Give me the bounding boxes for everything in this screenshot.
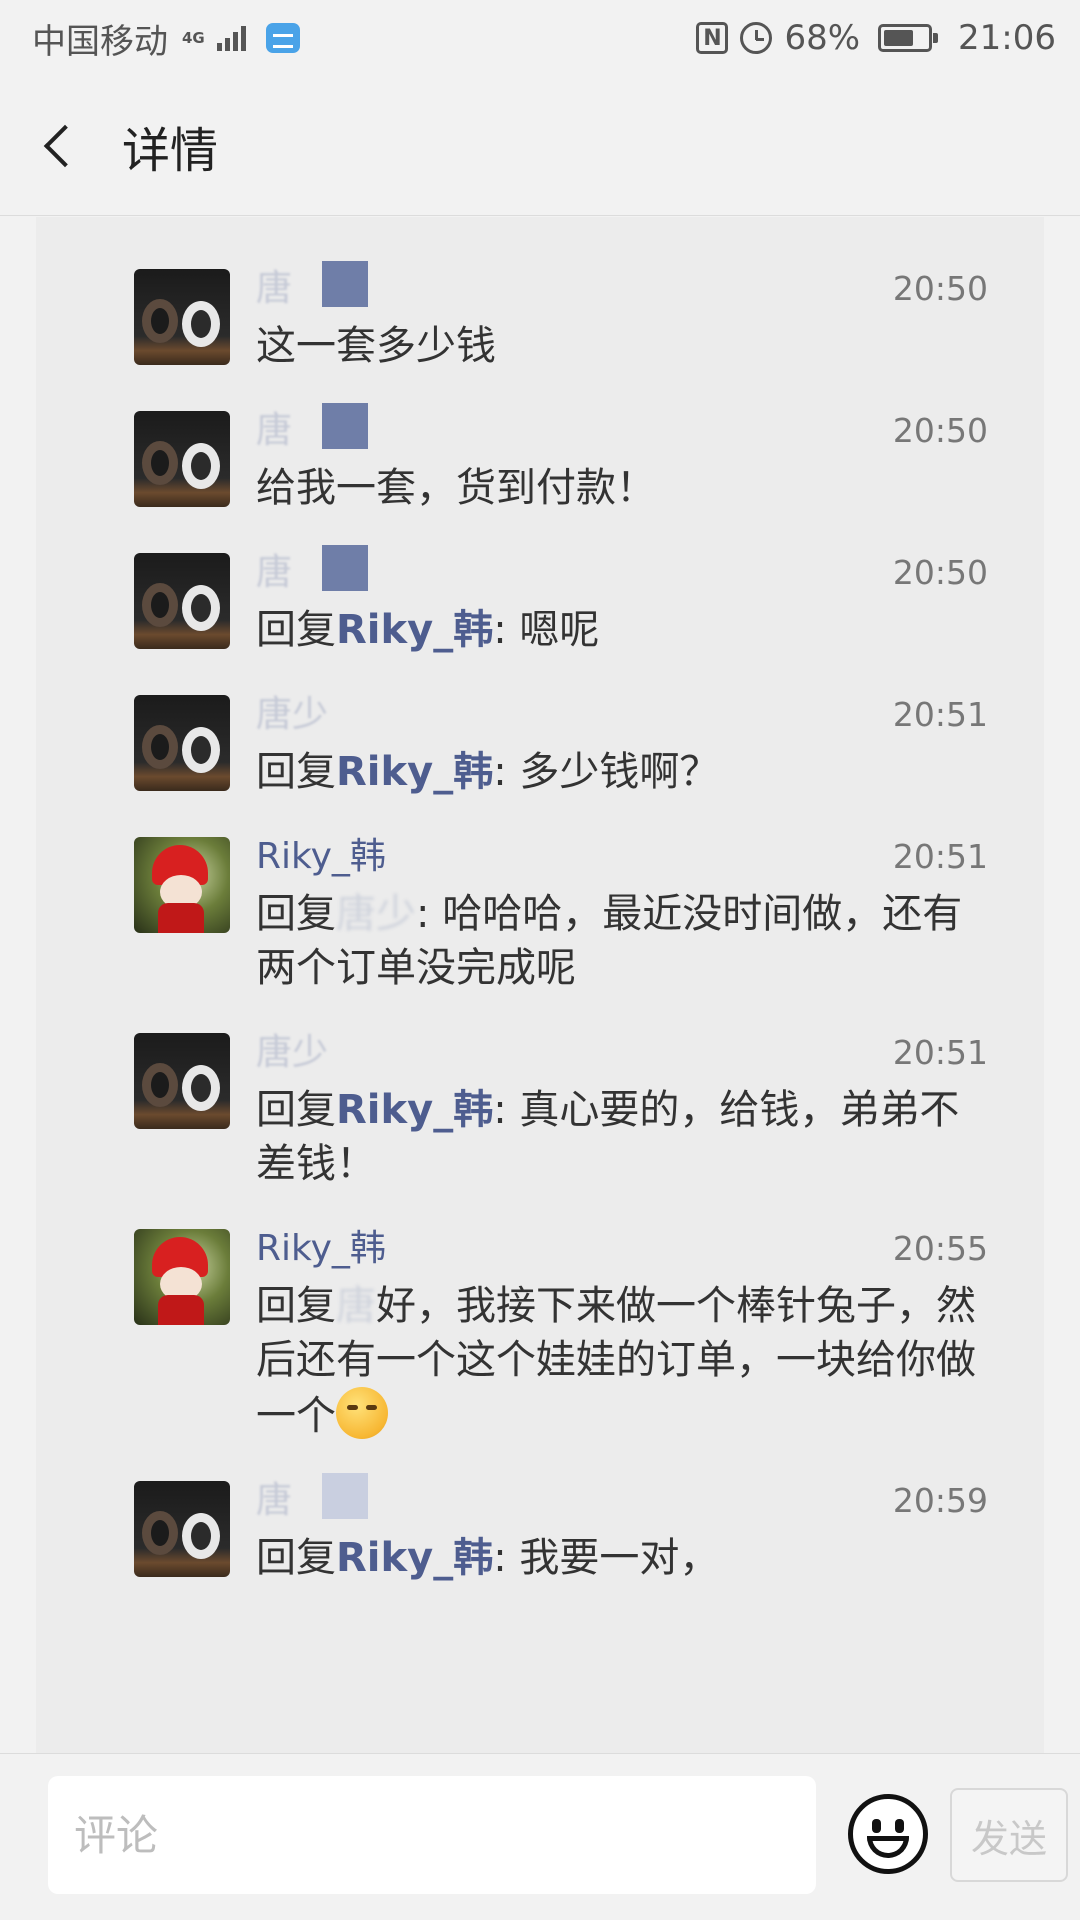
username[interactable]: 唐 xyxy=(256,269,292,309)
redaction-box xyxy=(322,261,369,307)
send-button[interactable]: 发送 xyxy=(950,1788,1068,1882)
username[interactable]: Riky_韩 xyxy=(256,837,386,877)
clock: 21:06 xyxy=(958,18,1056,58)
reply-target-link[interactable]: 唐少 xyxy=(336,891,416,937)
redaction-box xyxy=(322,403,369,449)
comment-time: 20:51 xyxy=(892,1033,988,1072)
comment-text[interactable]: 给我一套，货到付款！ xyxy=(256,461,988,515)
network-type-icon: 4G xyxy=(182,28,205,47)
signal-icon xyxy=(216,25,246,51)
comment-time: 20:55 xyxy=(892,1229,988,1268)
comment-time: 20:59 xyxy=(892,1481,988,1520)
emoji-button[interactable] xyxy=(848,1794,928,1874)
comment-item: 唐 20:59 回复Riky_韩: 我要一对， xyxy=(36,1443,1044,1585)
avatar[interactable] xyxy=(134,1481,230,1577)
back-arrow-icon xyxy=(43,124,87,167)
username[interactable]: 唐少 xyxy=(256,1033,328,1073)
redaction-box xyxy=(322,545,369,591)
avatar[interactable] xyxy=(134,269,230,365)
comment-text[interactable]: 回复唐少: 哈哈哈，最近没时间做，还有两个订单没完成呢 xyxy=(256,887,988,995)
comment-item: 唐少 20:51 回复Riky_韩: 多少钱啊？ xyxy=(36,657,1044,799)
comment-item: Riky_韩 20:51 回复唐少: 哈哈哈，最近没时间做，还有两个订单没完成呢 xyxy=(36,799,1044,995)
alarm-icon xyxy=(740,22,773,54)
battery-percent: 68% xyxy=(784,18,861,58)
comment-item: 唐 20:50 给我一套，货到付款！ xyxy=(36,373,1044,515)
reply-target-link[interactable]: Riky_韩 xyxy=(336,749,493,795)
avatar[interactable] xyxy=(134,695,230,791)
redaction-box xyxy=(322,1473,369,1519)
comment-input-bar: 发送 xyxy=(0,1753,1080,1920)
comment-input[interactable] xyxy=(48,1776,816,1894)
status-bar: 中国移动 4G N 68% 21:06 xyxy=(0,0,1080,76)
emoji-smile-icon xyxy=(872,1819,881,1833)
avatar[interactable] xyxy=(134,837,230,933)
comment-text[interactable]: 回复Riky_韩: 嗯呢 xyxy=(256,603,988,657)
username[interactable]: Riky_韩 xyxy=(256,1229,386,1269)
username[interactable]: 唐 xyxy=(256,553,292,593)
comment-time: 20:50 xyxy=(892,411,988,450)
app-header: 详情 xyxy=(0,76,1080,216)
avatar[interactable] xyxy=(134,1033,230,1129)
comment-text[interactable]: 这一套多少钱 xyxy=(256,319,988,373)
comment-text[interactable]: 回复Riky_韩: 真心要的，给钱，弟弟不差钱！ xyxy=(256,1083,988,1191)
battery-icon xyxy=(878,24,939,52)
comment-time: 20:50 xyxy=(892,553,988,592)
status-right: N 68% 21:06 xyxy=(696,18,1056,58)
comment-list[interactable]: 唐 20:50 这一套多少钱 唐 20:50 给我一套，货到付款！ 唐 20:5… xyxy=(36,217,1044,1753)
comment-item: 唐 20:50 这一套多少钱 xyxy=(36,217,1044,373)
comment-item: 唐少 20:51 回复Riky_韩: 真心要的，给钱，弟弟不差钱！ xyxy=(36,995,1044,1191)
reply-target-link[interactable]: Riky_韩 xyxy=(336,607,493,653)
status-left: 中国移动 4G xyxy=(32,14,300,63)
comment-text[interactable]: 回复唐好，我接下来做一个棒针兔子，然后还有一个这个娃娃的订单，一块给你做一个 xyxy=(256,1279,988,1443)
avatar[interactable] xyxy=(134,553,230,649)
smirk-emoji-icon xyxy=(336,1387,388,1439)
carrier-label: 中国移动 xyxy=(32,21,168,62)
message-notification-icon xyxy=(265,23,300,53)
avatar[interactable] xyxy=(134,1229,230,1325)
username[interactable]: 唐少 xyxy=(256,695,328,735)
back-button[interactable] xyxy=(0,76,110,216)
comment-item: Riky_韩 20:55 回复唐好，我接下来做一个棒针兔子，然后还有一个这个娃娃… xyxy=(36,1191,1044,1443)
comment-time: 20:50 xyxy=(892,269,988,308)
username[interactable]: 唐 xyxy=(256,1481,292,1521)
comment-text[interactable]: 回复Riky_韩: 多少钱啊？ xyxy=(256,745,988,799)
username[interactable]: 唐 xyxy=(256,411,292,451)
comment-time: 20:51 xyxy=(892,695,988,734)
comment-text[interactable]: 回复Riky_韩: 我要一对， xyxy=(256,1531,988,1585)
comment-item: 唐 20:50 回复Riky_韩: 嗯呢 xyxy=(36,515,1044,657)
reply-target-link[interactable]: Riky_韩 xyxy=(336,1535,493,1581)
reply-target-link[interactable]: Riky_韩 xyxy=(336,1087,493,1133)
comment-time: 20:51 xyxy=(892,837,988,876)
page-title: 详情 xyxy=(122,122,219,179)
nfc-icon: N xyxy=(696,22,729,54)
reply-target-link[interactable]: 唐 xyxy=(336,1283,376,1329)
avatar[interactable] xyxy=(134,411,230,507)
